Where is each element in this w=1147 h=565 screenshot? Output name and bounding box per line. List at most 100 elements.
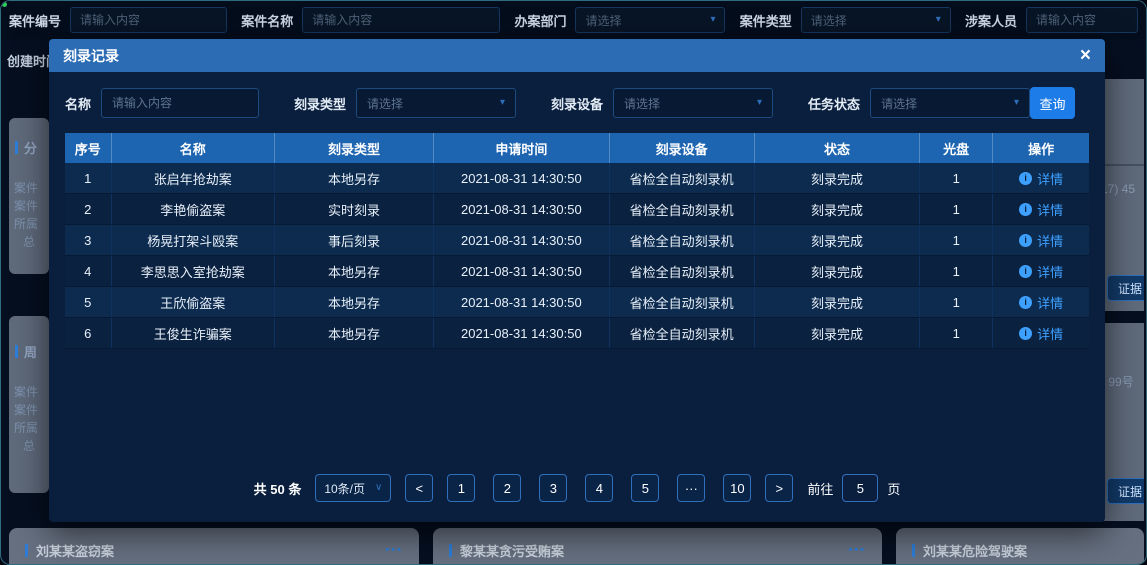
info-icon: i [1019, 265, 1032, 278]
burn-device-select[interactable]: 请选择 ▾ [613, 88, 773, 118]
burn-type-select[interactable]: 请选择 ▾ [356, 88, 516, 118]
row-burn-device: 省检全自动刻录机 [609, 287, 754, 318]
page-size-value: 10条/页 [324, 480, 365, 497]
filter-burn-type: 刻录类型 请选择 ▾ [294, 88, 516, 118]
detail-link[interactable]: i详情 [1019, 293, 1063, 312]
next-page-button[interactable]: > [765, 474, 793, 502]
right-card-bottom: ) 99号 证据 [1099, 323, 1144, 521]
case-card-title: 黎某某贪污受贿案 [460, 541, 564, 560]
bottom-cards-row: 刘某某盗窃案 ••• 黎某某贪污受贿案 ••• 刘某某危险驾驶案 [9, 528, 1144, 565]
card-title: 周 [15, 342, 49, 361]
row-index: 4 [65, 256, 111, 287]
goto-page-input[interactable] [842, 474, 878, 502]
column-header: 操作 [993, 133, 1089, 163]
row-name: 杨晃打架斗殴案 [111, 225, 274, 256]
info-icon: i [1019, 203, 1032, 216]
more-pages-button[interactable]: ··· [677, 474, 705, 502]
row-burn-device: 省检全自动刻录机 [609, 318, 754, 349]
case-card[interactable]: 刘某某盗窃案 ••• [9, 528, 419, 565]
top-filter-handling-department: 办案部门请选择▾ [514, 7, 725, 33]
table-row: 3杨晃打架斗殴案事后刻录2021-08-31 14:30:50省检全自动刻录机刻… [65, 225, 1089, 256]
filter-name: 名称 [65, 88, 259, 118]
row-actions: i详情 [993, 225, 1089, 256]
column-header: 申请时间 [434, 133, 609, 163]
row-disc-count: 1 [920, 256, 993, 287]
detail-link[interactable]: i 详情 [1019, 262, 1063, 281]
chevron-down-icon: ▾ [710, 15, 715, 25]
case-type-select[interactable]: 请选择▾ [801, 7, 951, 33]
involved-person-input[interactable] [1026, 7, 1138, 33]
task-status-label: 任务状态 [808, 94, 860, 113]
case-card-title: 刘某某危险驾驶案 [923, 541, 1027, 560]
detail-link[interactable]: i详情 [1019, 200, 1063, 219]
close-icon[interactable]: × [1080, 46, 1091, 65]
page-button-5[interactable]: 5 [631, 474, 659, 502]
select-placeholder: 请选择 [811, 12, 847, 29]
top-filter-case-number: 案件编号 [9, 7, 227, 33]
row-burn-type: 本地另存 [274, 318, 433, 349]
evidence-button[interactable]: 证据 [1107, 275, 1144, 301]
row-index: 2 [65, 194, 111, 225]
row-apply-time: 2021-08-31 14:30:50 [434, 256, 609, 287]
case-card[interactable]: 刘某某危险驾驶案 [896, 528, 1144, 565]
page-button-2[interactable]: 2 [493, 474, 521, 502]
page-button-10[interactable]: 10 [723, 474, 751, 502]
prev-page-button[interactable]: < [405, 474, 433, 502]
case-number-label: 案件编号 [9, 11, 61, 30]
case-type-label: 案件类型 [740, 11, 792, 30]
page-size-select[interactable]: 10条/页 ∨ [315, 474, 391, 502]
row-disc-count: 1 [920, 225, 993, 256]
page-button-3[interactable]: 3 [539, 474, 567, 502]
handling-department-select[interactable]: 请选择▾ [575, 7, 725, 33]
evidence-button[interactable]: 证据 [1107, 478, 1144, 504]
row-actions: i 详情 [993, 256, 1089, 287]
case-card[interactable]: 黎某某贪污受贿案 ••• [433, 528, 882, 565]
row-actions: i详情 [993, 194, 1089, 225]
row-disc-count: 1 [920, 194, 993, 225]
more-options-icon[interactable]: ••• [385, 544, 403, 556]
title-marker [449, 544, 452, 557]
search-button[interactable]: 查询 [1030, 87, 1075, 119]
page-buttons: 12345 ··· 10 [447, 474, 751, 502]
detail-link[interactable]: i详情 [1019, 231, 1063, 250]
column-header: 光盘 [920, 133, 993, 163]
row-index: 6 [65, 318, 111, 349]
more-options-icon[interactable]: ••• [848, 544, 866, 556]
burn-records-modal: 刻录记录 × 名称 刻录类型 请选择 ▾ 刻录设备 请选择 ▾ [49, 39, 1105, 522]
right-card-text: ) 99号 [1101, 373, 1134, 390]
table-row: 2李艳偷盗案实时刻录2021-08-31 14:30:50省检全自动刻录机刻录完… [65, 194, 1089, 225]
card-fields: 案件案件所属总 [14, 179, 49, 251]
detail-label: 详情 [1037, 262, 1063, 281]
case-name-input[interactable] [302, 7, 500, 33]
window-indicator-dot [2, 2, 7, 7]
top-filter-case-type: 案件类型请选择▾ [740, 7, 951, 33]
row-apply-time: 2021-08-31 14:30:50 [434, 225, 609, 256]
page-button-1[interactable]: 1 [447, 474, 475, 502]
background-card: 周案件案件所属总 [9, 316, 49, 493]
name-input[interactable] [101, 88, 259, 118]
created-time-label: 创建时间 [7, 51, 49, 70]
row-actions: i详情 [993, 318, 1089, 349]
title-marker [15, 141, 18, 154]
row-disc-count: 1 [920, 287, 993, 318]
chevron-down-icon: ▾ [500, 98, 505, 108]
title-marker [25, 544, 28, 557]
page-button-4[interactable]: 4 [585, 474, 613, 502]
row-burn-device: 省检全自动刻录机 [609, 163, 754, 194]
select-placeholder: 请选择 [624, 95, 660, 112]
row-status: 刻录完成 [754, 194, 919, 225]
chevron-down-icon: ▾ [1014, 98, 1019, 108]
detail-link[interactable]: i详情 [1019, 169, 1063, 188]
case-name-label: 案件名称 [241, 11, 293, 30]
table-row: 4李思思入室抢劫案本地另存2021-08-31 14:30:50省检全自动刻录机… [65, 256, 1089, 287]
pagination-bar: 共 50 条 10条/页 ∨ < 12345···10 > 前往 页 [49, 474, 1105, 502]
detail-link[interactable]: i详情 [1019, 324, 1063, 343]
select-placeholder: 请选择 [881, 95, 917, 112]
name-label: 名称 [65, 94, 91, 113]
case-card-title: 刘某某盗窃案 [36, 541, 114, 560]
row-name: 李思思入室抢劫案 [111, 256, 274, 287]
title-marker [912, 544, 915, 557]
info-icon: i [1019, 172, 1032, 185]
case-number-input[interactable] [70, 7, 227, 33]
task-status-select[interactable]: 请选择 ▾ [870, 88, 1030, 118]
